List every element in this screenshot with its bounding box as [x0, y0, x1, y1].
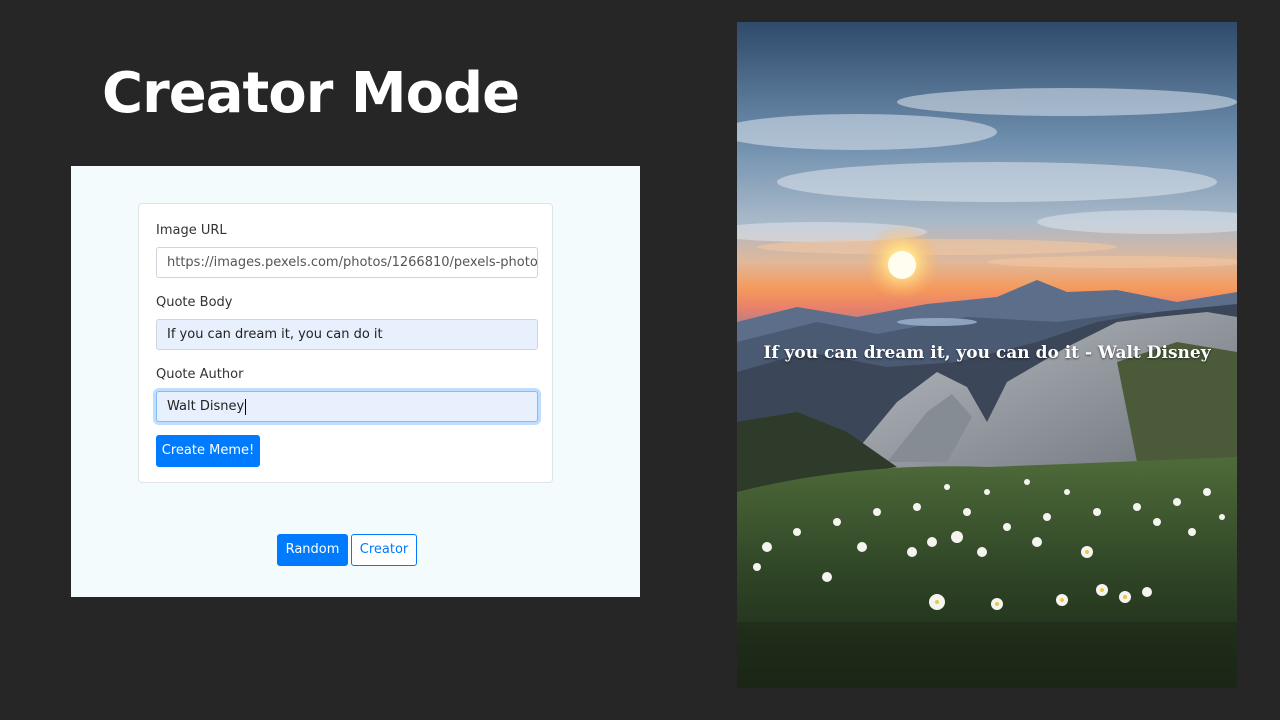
- quote-author-input[interactable]: Walt Disney: [156, 391, 538, 422]
- image-url-input[interactable]: https://images.pexels.com/photos/1266810…: [156, 247, 538, 278]
- quote-author-label: Quote Author: [156, 367, 244, 382]
- quote-body-label: Quote Body: [156, 295, 233, 310]
- presentation-slide: Creator Mode Image URL https://images.pe…: [0, 0, 1280, 720]
- meme-image: If you can dream it, you can do it - Wal…: [737, 22, 1237, 688]
- random-button[interactable]: Random: [277, 534, 348, 566]
- quote-body-input[interactable]: If you can dream it, you can do it: [156, 319, 538, 350]
- app-screenshot-panel: Image URL https://images.pexels.com/phot…: [71, 166, 640, 597]
- text-caret: [245, 398, 247, 415]
- creator-button[interactable]: Creator: [351, 534, 417, 566]
- slide-title: Creator Mode: [102, 61, 520, 126]
- create-meme-button[interactable]: Create Meme!: [156, 435, 260, 467]
- image-url-label: Image URL: [156, 223, 227, 238]
- meme-form-card: Image URL https://images.pexels.com/phot…: [138, 203, 553, 483]
- quote-author-value: Walt Disney: [167, 399, 245, 414]
- meme-caption: If you can dream it, you can do it - Wal…: [763, 343, 1211, 363]
